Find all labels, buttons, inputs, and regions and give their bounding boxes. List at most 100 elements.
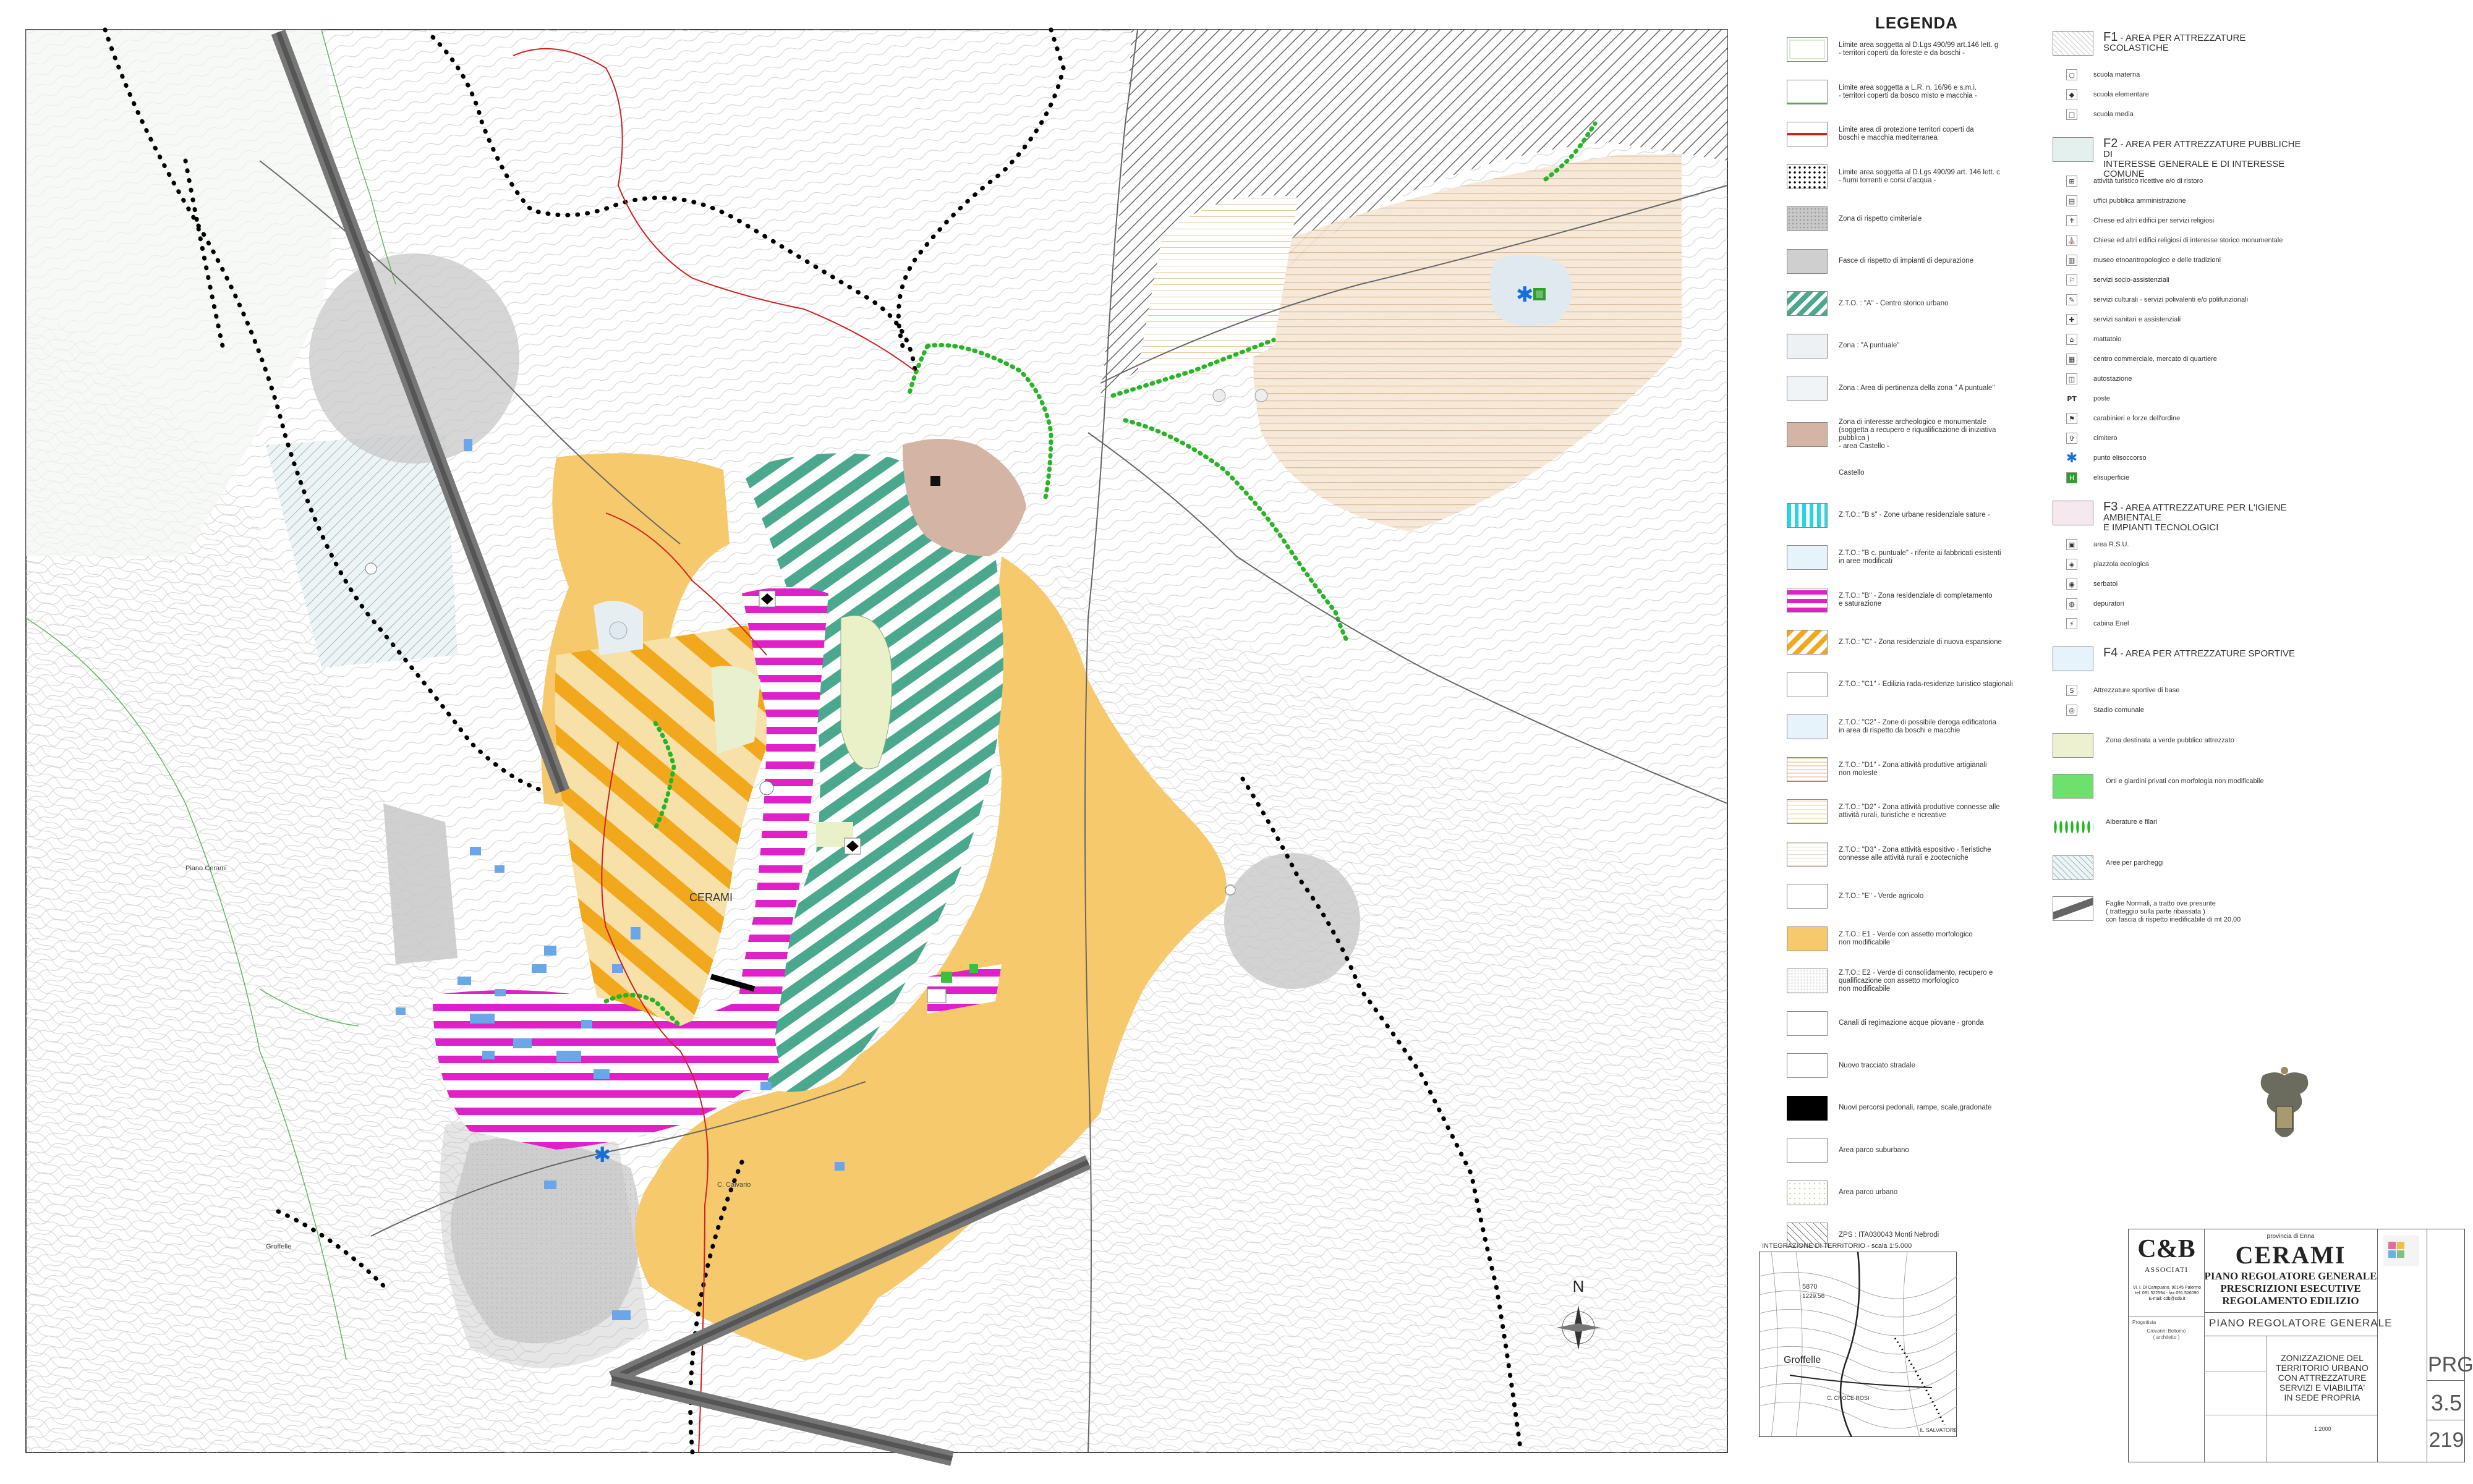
- legend-label: Z.T.O.: "D3" - Zona attività espositivo …: [1839, 846, 1991, 862]
- legend-label: Z.T.O.: "C2" - Zone di possibile deroga …: [1839, 719, 1996, 734]
- circle-icon: ○: [2066, 69, 2077, 80]
- service-item: ◎ Stadio comunale: [2066, 705, 2144, 716]
- legend-label: Fasce di rispetto di impianti di depuraz…: [1839, 257, 1973, 265]
- legend-swatch: [2053, 855, 2093, 880]
- castello-icon: [930, 476, 940, 486]
- legend-label: Zona di interesse archeologico e monumen…: [1839, 418, 1996, 450]
- museum-icon: ▥: [2066, 255, 2077, 266]
- table-number: 3.5: [2430, 1390, 2462, 1415]
- office-icon: ▤: [2066, 195, 2077, 206]
- legend-item: Limite area soggetta al D.Lgs 490/99 art…: [1787, 37, 2024, 62]
- legend-swatch: [1787, 248, 1828, 274]
- title-block: C&B ASSOCIATI Vi. I. Di Campuano, 90145 …: [2128, 1229, 2473, 1462]
- elisoccorso-star-south: ✱: [594, 1143, 611, 1167]
- legend-item: Zona : Area di pertinenza della zona " A…: [1787, 376, 2024, 401]
- purifier-respect-circle: [1224, 853, 1360, 989]
- legend-item: Area parco suburbano: [1787, 1138, 2024, 1163]
- heli-icon: H: [2066, 472, 2077, 483]
- post-icon: PT: [2066, 393, 2077, 404]
- sport-icon: S: [2066, 685, 2077, 696]
- service-item: ⌂ mattatoio: [2066, 334, 2121, 345]
- service-item: ✚ servizi sanitari e assistenziali: [2066, 314, 2181, 325]
- legend-swatch: [1787, 630, 1828, 655]
- service-item: ⛪ Chiese ed altri edifici religiosi di in…: [2066, 235, 2283, 246]
- legend-item: Castello: [1787, 460, 2024, 485]
- service-item: ⚐ servizi socio-assistenziali: [2066, 274, 2169, 286]
- f2-swatch: [2053, 137, 2093, 162]
- stadium-icon: ◎: [2066, 705, 2077, 716]
- legend-swatch: [1787, 502, 1828, 528]
- designer-label: Progettista: [2132, 1320, 2156, 1325]
- service-item: ◉ serbatoi: [2066, 579, 2118, 590]
- legend-item: Canali di regimazione acque piovane - gr…: [1787, 1011, 2024, 1036]
- bed-icon: ⊞: [2066, 176, 2077, 187]
- legend-label: Z.T.O.: "E" - Verde agricolo: [1839, 892, 1924, 900]
- coat-of-arms: [2260, 1067, 2309, 1137]
- legend-item: Z.T.O.: "C" - Zona residenziale di nuova…: [1787, 630, 2024, 655]
- legend-services: F1 - AREA PER ATTREZZATURE SCOLASTICHE ○ s…: [2053, 31, 2312, 1007]
- legend-label: Faglie Normali, a tratto ove presunte ( …: [2106, 900, 2241, 923]
- legend-item: Z.T.O.: E1 - Verde con assetto morfologi…: [1787, 926, 2024, 951]
- slaughter-icon: ⌂: [2066, 334, 2077, 345]
- legend-item: Fasce di rispetto di impianti di depuraz…: [1787, 248, 2024, 274]
- legend-item: Z.T.O.: "D2" - Zona attività produttive …: [1787, 799, 2024, 824]
- legend-swatch: [1787, 926, 1828, 951]
- inset-map: 5870 1229.56 Groffelle C. CROCE ROSI IL …: [1759, 1252, 1957, 1437]
- legend-label: Limite area soggetta al D.Lgs 490/99 art…: [1839, 41, 1999, 57]
- bus-icon: ◫: [2066, 373, 2077, 384]
- legend-swatch: [1787, 79, 1828, 104]
- legend-label: Z.T.O.: "D1" - Zona attività produttive …: [1839, 761, 1987, 777]
- enel-icon: ⚡: [2066, 618, 2077, 629]
- section-title: PIANO REGOLATORE GENERALE: [2209, 1317, 2393, 1329]
- legend-item: Area parco urbano: [1787, 1180, 2024, 1205]
- legend-swatch: [1787, 587, 1828, 613]
- legend-item: Zona : "A puntuale": [1787, 333, 2024, 358]
- legend-label: ZPS : ITA030043 Monti Nebrodi: [1839, 1231, 1939, 1239]
- f4-heading: F4 - AREA PER ATTREZZATURE SPORTIVE: [2103, 646, 2296, 659]
- f2-heading: F2 - AREA PER ATTREZZATURE PUBBLICHE DI …: [2103, 137, 2301, 179]
- eco-icon: ◈: [2066, 559, 2077, 570]
- legend-label: Z.T.O. : "A" - Centro storico urbano: [1839, 299, 1949, 307]
- market-icon: ▦: [2066, 354, 2077, 365]
- legend-item: Nuovi percorsi pedonali, rampe, scale,gr…: [1787, 1095, 2024, 1121]
- legend-item: Limite area soggetta al D.Lgs 490/99 art…: [1787, 164, 2024, 189]
- legend-label: Z.T.O.: E1 - Verde con assetto morfologi…: [1839, 930, 1973, 946]
- star-icon: ✱: [2066, 450, 2078, 466]
- service-item: ◈ piazzola ecologica: [2066, 559, 2149, 570]
- legend-label: Limite area soggetta al D.Lgs 490/99 art…: [1839, 168, 2000, 184]
- firm-address: Vi. I. Di Campuano, 90145 Palermo tel. 0…: [2133, 1286, 2201, 1301]
- rsu-icon: ▣: [2066, 539, 2077, 550]
- legend-swatch: [2053, 815, 2093, 839]
- legend-swatch: [1787, 672, 1828, 697]
- service-item: ▣ area R.S.U.: [2066, 539, 2129, 550]
- legend-item: Z.T.O. : "A" - Centro storico urbano: [1787, 291, 2024, 316]
- service-item: ◫ autostazione: [2066, 373, 2132, 384]
- legend-item: Z.T.O.: E2 - Verde di consolidamento, re…: [1787, 969, 2024, 993]
- drawing-title: ZONIZZAZIONE DEL TERRITORIO URBANO CON A…: [2276, 1353, 2369, 1402]
- legend-item: Z.T.O.: "C1" - Edilizia rada-residenze t…: [1787, 672, 2024, 697]
- social-icon: ⚐: [2066, 274, 2077, 286]
- service-item: Helisuperficie: [2066, 472, 2129, 483]
- service-item: □ scuola media: [2066, 109, 2134, 120]
- legend-item: Z.T.O.: "D1" - Zona attività produttive …: [1787, 757, 2024, 782]
- legend-swatch: [1787, 1095, 1828, 1121]
- legend-label: Alberature e filari: [2106, 818, 2158, 826]
- service-item: ◆ scuola elementare: [2066, 89, 2149, 100]
- svg-text:Groffelle: Groffelle: [1784, 1355, 1821, 1365]
- legend-label: Zona di rispetto cimiteriale: [1839, 214, 1922, 223]
- legend-swatch: [1787, 1011, 1828, 1036]
- legend-label: Z.T.O.: "B s" - Zone urbane residenziale…: [1839, 511, 1990, 519]
- legend-swatch: [1787, 333, 1828, 358]
- legend-title: LEGENDA: [1875, 14, 1959, 32]
- service-item: ✎ servizi culturali - servizi polivalenti…: [2066, 294, 2248, 305]
- sheet-number: 219: [2428, 1428, 2464, 1452]
- place-label: Piano Cerami: [185, 865, 227, 872]
- legend-swatch: [1787, 122, 1828, 146]
- town-title: CERAMI: [2235, 1241, 2346, 1269]
- culture-icon: ✎: [2066, 294, 2077, 305]
- legend-item: Z.T.O.: "D3" - Zona attività espositivo …: [1787, 841, 2024, 867]
- legend-swatch: [1787, 884, 1828, 909]
- legend-label: Castello: [1839, 469, 1865, 477]
- f4-swatch: [2053, 647, 2093, 671]
- legend-label: Orti e giardini privati con morfologia n…: [2106, 778, 2264, 785]
